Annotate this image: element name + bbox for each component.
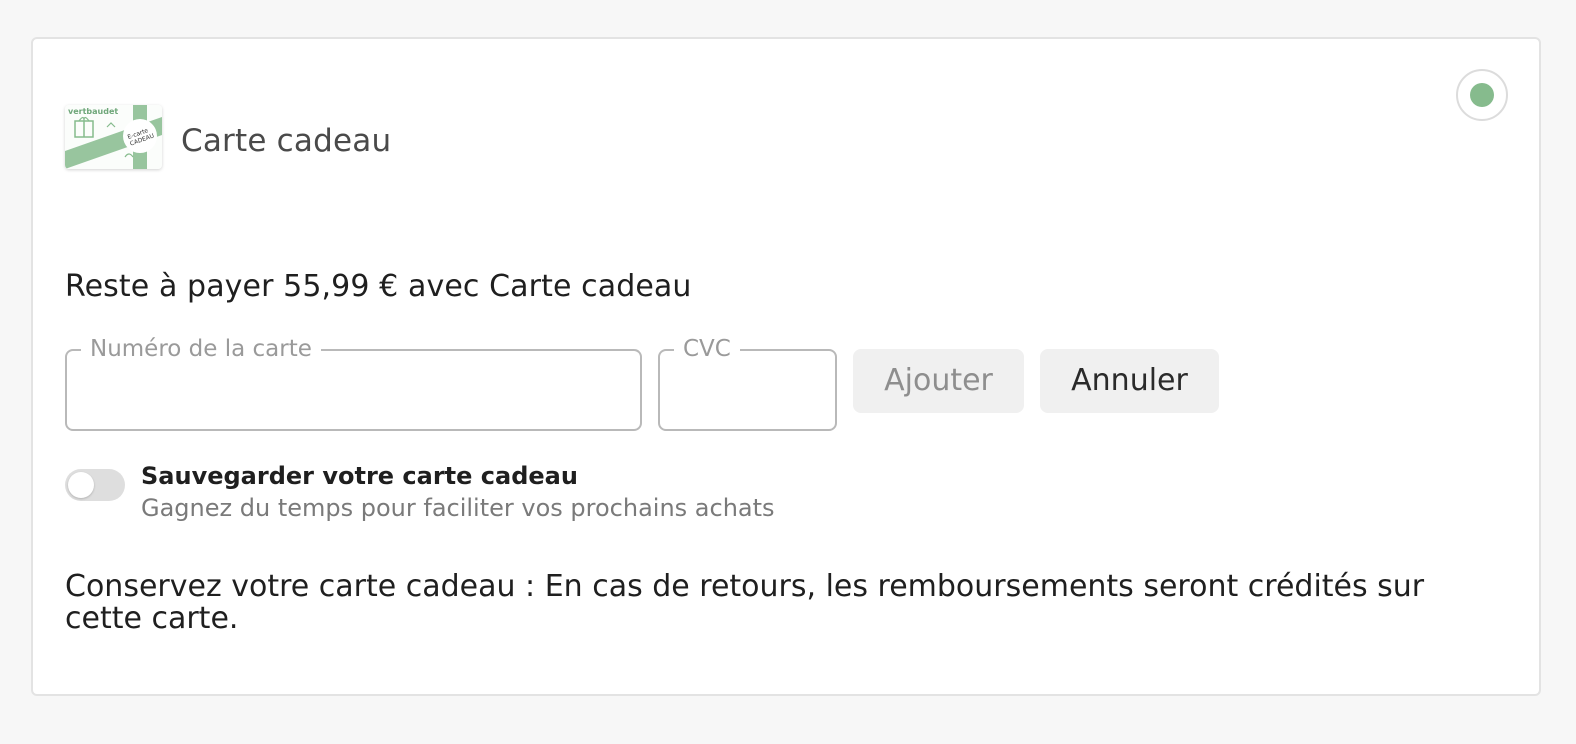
- cvc-label: CVC: [674, 334, 740, 364]
- cancel-button[interactable]: Annuler: [1040, 349, 1219, 413]
- save-card-title: Sauvegarder votre carte cadeau: [141, 462, 578, 490]
- gift-card-payment-panel: vertbaudet E-carte CADEAU Carte cadeau R…: [31, 37, 1541, 696]
- radio-selected-dot: [1470, 83, 1494, 107]
- gift-card-image: vertbaudet E-carte CADEAU: [65, 105, 162, 169]
- cvc-input[interactable]: [676, 373, 819, 411]
- card-number-field[interactable]: Numéro de la carte: [65, 334, 642, 431]
- card-number-input[interactable]: [83, 373, 624, 411]
- cvc-field[interactable]: CVC: [658, 334, 837, 431]
- refund-notice: Conservez votre carte cadeau : En cas de…: [65, 569, 1425, 636]
- save-card-toggle[interactable]: [65, 469, 125, 501]
- gift-card-thumbnail: vertbaudet E-carte CADEAU: [65, 105, 162, 169]
- remaining-amount-text: Reste à payer 55,99 € avec Carte cadeau: [65, 269, 692, 304]
- payment-method-radio[interactable]: [1456, 69, 1508, 121]
- add-button[interactable]: Ajouter: [853, 349, 1024, 413]
- toggle-knob: [68, 472, 94, 498]
- save-card-subtitle: Gagnez du temps pour faciliter vos proch…: [141, 494, 775, 522]
- payment-method-title: Carte cadeau: [181, 123, 392, 159]
- thumbnail-brand-text: vertbaudet: [68, 107, 118, 116]
- card-number-label: Numéro de la carte: [81, 334, 321, 364]
